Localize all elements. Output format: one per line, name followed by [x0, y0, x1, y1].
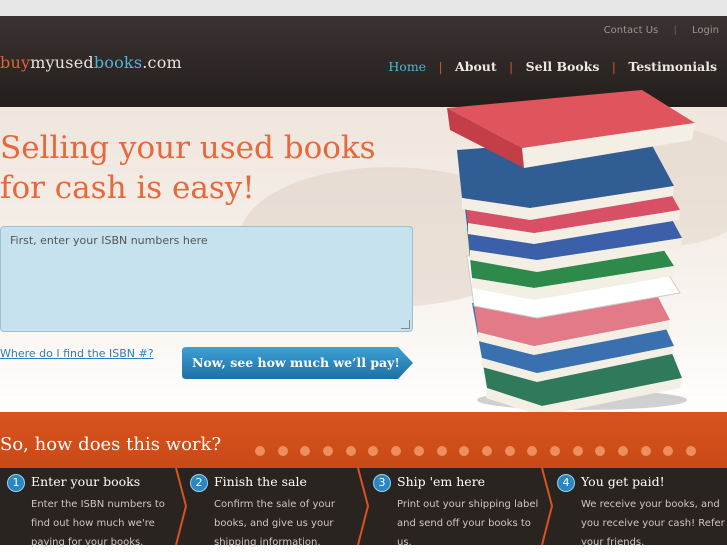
login-link[interactable]: Login — [692, 25, 719, 36]
steps-panel: 1 Enter your books Enter the ISBN number… — [0, 468, 727, 548]
step-number-badge: 4 — [557, 474, 575, 492]
contact-us-link[interactable]: Contact Us — [604, 25, 659, 36]
see-price-label: Now, see how much we’ll pay! — [192, 355, 400, 370]
see-price-button[interactable]: Now, see how much we’ll pay! — [182, 347, 413, 379]
step-description: Confirm the sale of your books, and give… — [214, 499, 335, 548]
resize-grip-icon[interactable] — [401, 320, 410, 329]
how-it-works-bar: So, how does this work? — [0, 412, 727, 468]
step-number-badge: 3 — [373, 474, 391, 492]
site-logo[interactable]: buymyusedbooks.com — [0, 53, 182, 72]
dot-pattern — [255, 441, 709, 460]
how-it-works-title: So, how does this work? — [0, 434, 222, 455]
hero-headline: Selling your used books for cash is easy… — [0, 130, 376, 206]
step-title: Finish the sale — [214, 474, 307, 489]
nav-separator: | — [509, 59, 514, 74]
step-title: Ship 'em here — [397, 474, 486, 489]
step-title: You get paid! — [581, 474, 665, 489]
nav-sell-books[interactable]: Sell Books — [526, 59, 600, 74]
book-stack-image — [442, 88, 702, 417]
step-title: Enter your books — [31, 474, 141, 489]
step-description: Enter the ISBN numbers to find out how m… — [31, 499, 165, 548]
nav-home[interactable]: Home — [388, 59, 426, 74]
utility-links: Contact Us | Login — [604, 25, 719, 36]
find-isbn-link[interactable]: Where do I find the ISBN #? — [0, 347, 154, 360]
step-description: We receive your books, and you receive y… — [581, 499, 725, 548]
top-strip — [0, 0, 727, 16]
nav-separator: | — [611, 59, 616, 74]
nav-about[interactable]: About — [455, 59, 497, 74]
step-description: Print out your shipping label and send o… — [397, 499, 539, 548]
main-nav: Home | About | Sell Books | Testimonials — [388, 59, 717, 74]
utility-separator: | — [673, 25, 677, 36]
step-number-badge: 1 — [7, 474, 25, 492]
isbn-textarea[interactable]: First, enter your ISBN numbers here — [0, 226, 413, 332]
step-number-badge: 2 — [190, 474, 208, 492]
nav-separator: | — [438, 59, 443, 74]
isbn-placeholder: First, enter your ISBN numbers here — [10, 234, 208, 247]
nav-testimonials[interactable]: Testimonials — [628, 59, 717, 74]
